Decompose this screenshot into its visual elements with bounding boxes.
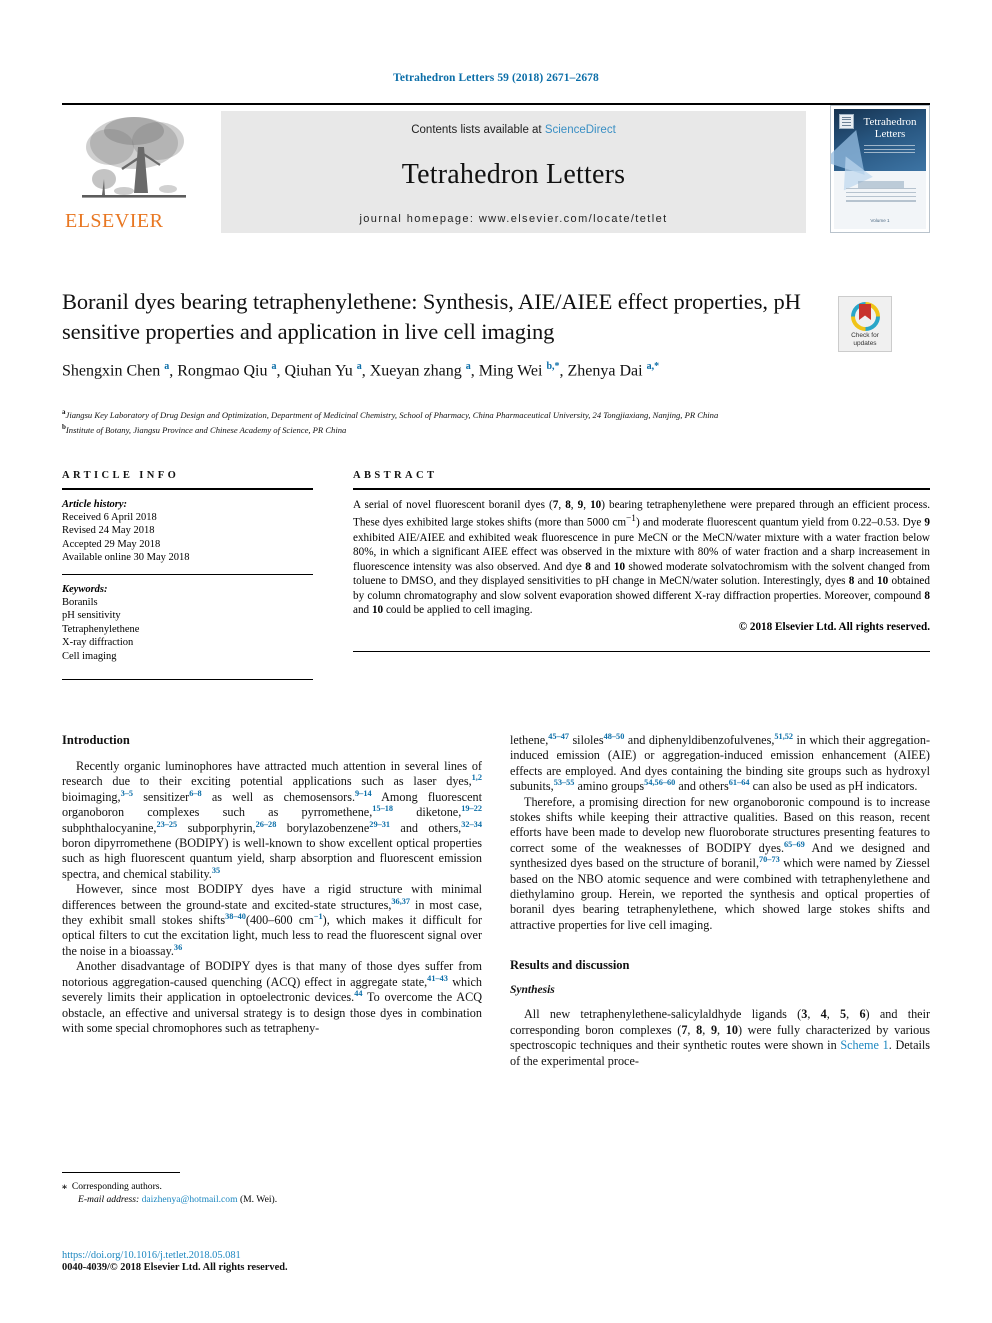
keyword-item: Tetraphenylethene [62,623,140,635]
keyword-item: Boranils [62,597,98,609]
page-title: Boranil dyes bearing tetraphenylethene: … [62,289,801,344]
section-heading-introduction: Introduction [62,733,130,747]
crossmark-badge[interactable]: Check for updates [838,296,892,352]
sciencedirect-link[interactable]: ScienceDirect [545,124,616,136]
elsevier-wordmark: ELSEVIER [65,210,164,232]
keywords-block: Keywords: Boranils pH sensitivity Tetrap… [62,583,313,663]
cover-title-line1: Tetrahedron [863,116,917,128]
article-info-column: ARTICLE INFO Article history: Received 6… [62,470,313,688]
paragraph: lethene,45–47 siloles48–50 and diphenyld… [510,731,930,794]
keywords-label: Keywords: [62,583,108,595]
email-note[interactable]: E-mail address: daizhenya@hotmail.com (M… [62,1193,482,1206]
title-block: Boranil dyes bearing tetraphenylethene: … [62,287,832,380]
subsection-heading-synthesis: Synthesis [510,984,555,997]
paragraph: Another disadvantage of BODIPY dyes is t… [62,959,482,1035]
body-column-right: lethene,45–47 siloles48–50 and diphenyld… [510,731,931,1069]
journal-masthead: ELSEVIER Contents lists available at Sci… [62,103,930,235]
article-history-label: Article history: [62,498,128,510]
affiliation-b: bInstitute of Botany, Jiangsu Province a… [62,423,347,436]
journal-title: Tetrahedron Letters [401,159,626,190]
abstract-text: A serial of novel fluorescent boranil dy… [353,498,931,617]
corresponding-authors-note: ⁎ Corresponding authors. [62,1181,162,1192]
cover-text-lines [846,185,916,205]
history-item: Available online 30 May 2018 [62,552,190,564]
masthead-top-rule [62,103,930,106]
journal-cover-thumbnail: Tetrahedron Letters Volume 1 [830,105,930,233]
article-page: Tetrahedron Letters 59 (2018) 2671–2678 [0,0,992,1323]
contents-line: Contents lists available at ScienceDirec… [221,124,806,136]
affiliations: aJiangsu Key Laboratory of Drug Design a… [62,406,932,437]
keyword-item: Cell imaging [62,650,117,662]
crossmark-line2: updates [853,340,877,347]
abstract-copyright: © 2018 Elsevier Ltd. All rights reserved… [738,621,930,634]
abstract-heading: ABSTRACT [353,470,438,481]
article-history: Article history: Received 6 April 2018 R… [62,498,313,565]
cover-title: Tetrahedron Letters [858,116,922,140]
running-head: Tetrahedron Letters 59 (2018) 2671–2678 [393,72,599,84]
footnote-block: ⁎ Corresponding authors. E-mail address:… [62,1172,482,1206]
keyword-item: X-ray diffraction [62,637,134,649]
history-item: Received 6 April 2018 [62,512,157,523]
section-heading-results: Results and discussion [510,958,630,973]
crossmark-label: Check for updates [839,332,891,348]
elsevier-tree-icon [82,117,186,198]
article-info-heading: ARTICLE INFO [62,470,180,481]
paragraph: However, since most BODIPY dyes have a r… [62,882,483,958]
contents-prefix: Contents lists available at [411,124,545,136]
doi-link[interactable]: https://doi.org/10.1016/j.tetlet.2018.05… [62,1250,532,1261]
history-item: Accepted 29 May 2018 [62,538,161,550]
cover-stamp-icon [839,114,854,129]
body-column-left: Introduction Recently organic luminophor… [62,733,482,1036]
paragraph: Recently organic luminophores have attra… [62,759,482,881]
elsevier-logo: ELSEVIER [62,111,207,233]
paragraph: All new tetraphenylethene-salicylaldhyde… [510,1007,931,1068]
cover-title-line2: Letters [874,127,906,140]
affiliation-a: aJiangsu Key Laboratory of Drug Design a… [62,408,719,420]
cover-footer: Volume 1 [870,218,890,223]
journal-homepage[interactable]: journal homepage: www.elsevier.com/locat… [221,213,806,225]
cover-inner: Tetrahedron Letters Volume 1 [831,109,926,229]
doi-block: https://doi.org/10.1016/j.tetlet.2018.05… [62,1250,532,1273]
abstract-column: ABSTRACT A serial of novel fluorescent b… [353,470,930,660]
abstract-bottom-rule [353,651,930,653]
paragraph: Therefore, a promising direction for new… [510,794,931,932]
crossmark-line1: Check for [851,332,879,339]
history-item: Revised 24 May 2018 [62,525,155,537]
abstract-rule [353,488,930,490]
keywords-rule [62,573,313,575]
cover-subtitle-lines [858,143,921,159]
footnote-rule [62,1172,180,1173]
journal-banner: Contents lists available at ScienceDirec… [221,111,806,233]
issn-copyright-line: 0040-4039/© 2018 Elsevier Ltd. All right… [62,1262,288,1273]
info-bottom-rule [62,679,313,681]
keyword-item: pH sensitivity [62,610,121,622]
article-info-rule [62,488,313,490]
author-list: Shengxin Chen a, Rongmao Qiu a, Qiuhan Y… [62,361,660,380]
